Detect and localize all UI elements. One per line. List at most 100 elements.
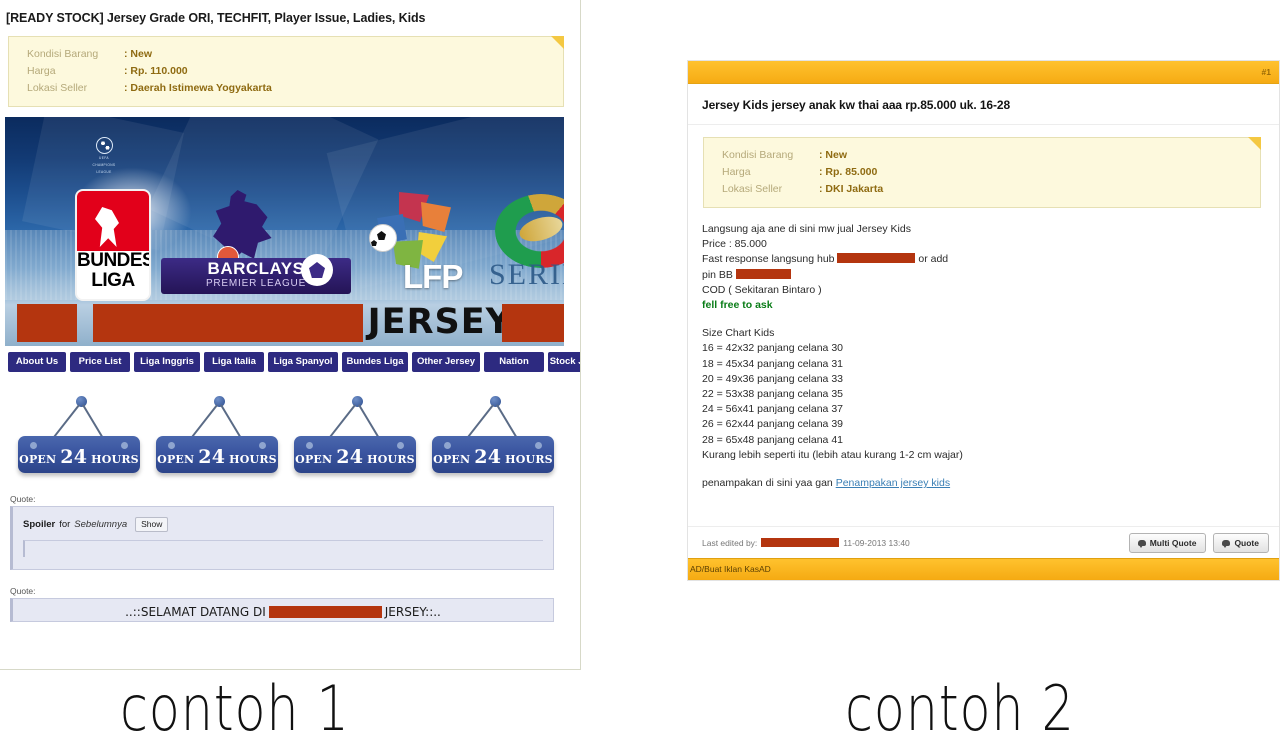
penampakan-prefix: penampakan di sini yaa gan — [702, 477, 836, 490]
quote-block-welcome: Quote: ..::SELAMAT DATANG DI JERSEY::.. — [10, 586, 554, 622]
open-24-hours-sign: OPEN 24 HOURS — [432, 396, 554, 476]
sign-text-number: 24 — [474, 446, 502, 468]
sign-text-hours: HOURS — [229, 453, 277, 466]
info-row: Lokasi Seller : DKI Jakarta — [704, 181, 1260, 198]
size-chart-note: Kurang lebih seperti itu (lebih atau kur… — [702, 448, 963, 461]
banner-jersey-wordmark: JERSEY — [367, 302, 512, 342]
post-title: Jersey Kids jersey anak kw thai aaa rp.8… — [688, 84, 1279, 125]
info-row: Kondisi Barang : New — [9, 46, 563, 63]
sign-text-open: OPEN — [157, 453, 195, 466]
quote-label: Quote: — [10, 494, 36, 504]
post-header-bar: #1 — [688, 61, 1279, 84]
bundesliga-logo-icon: BUNDES LIGA — [75, 189, 151, 301]
sign-text-number: 24 — [198, 446, 226, 468]
ucl-ball-icon — [95, 137, 113, 154]
bundesliga-line-2: LIGA — [91, 270, 135, 291]
body-line-3-post: or add — [915, 253, 949, 266]
nav-button-other-jersey[interactable]: Other Jersey — [412, 352, 480, 372]
shop-navigation-bar[interactable]: About Us Price List Liga Inggris Liga It… — [8, 352, 580, 372]
spoiler-show-button[interactable]: Show — [135, 517, 169, 532]
caption-contoh-1: contoh 1 — [120, 672, 350, 745]
open-24-hours-signs: OPEN 24 HOURS OPEN 24 HOURS OPEN 24 HOUR… — [18, 396, 580, 476]
redacted-phone — [837, 253, 916, 264]
nav-button-liga-italia[interactable]: Liga Italia — [204, 352, 264, 372]
nav-button-bundes-liga[interactable]: Bundes Liga — [342, 352, 408, 372]
sign-plate: OPEN 24 HOURS — [18, 436, 140, 473]
spoiler-row: Spoiler for Sebelumnya Show — [23, 517, 543, 532]
serie-a-logo-icon: SERIE A — [481, 192, 564, 298]
nav-button-stock-jersey[interactable]: Stock Jersey — [548, 352, 580, 372]
redacted-block — [17, 304, 77, 342]
welcome-prefix: ..::SELAMAT DATANG DI — [125, 605, 266, 619]
football-icon — [369, 224, 397, 252]
uefa-champions-league-icon: UEFA CHAMPIONS LEAGUE — [87, 137, 121, 174]
open-24-hours-sign: OPEN 24 HOURS — [156, 396, 278, 476]
multi-quote-button[interactable]: Multi Quote — [1128, 532, 1207, 553]
ucl-text-line-3: LEAGUE — [96, 169, 112, 174]
sign-plate: OPEN 24 HOURS — [432, 436, 554, 473]
barclays-premier-league-logo-icon: BARCLAYS PREMIER LEAGUE — [161, 190, 351, 300]
league-logos-row: BUNDES LIGA BARCLAYS PREMIER LEAGUE LFP … — [75, 189, 564, 301]
info-row: Kondisi Barang : New — [704, 147, 1260, 164]
lfp-la-liga-logo-icon: LFP — [361, 192, 471, 298]
screenshot-left-panel: [READY STOCK] Jersey Grade ORI, TECHFIT,… — [0, 0, 581, 670]
nav-button-nation[interactable]: Nation — [484, 352, 544, 372]
penampakan-jersey-kids-link[interactable]: Penampakan jersey kids — [836, 477, 950, 489]
spoiler-content-area — [23, 540, 543, 557]
ad-banner-bar[interactable]: AD/Buat Iklan KasAD — [688, 558, 1279, 580]
sign-text-hours: HOURS — [367, 453, 415, 466]
screenshot-right-panel: #1 Jersey Kids jersey anak kw thai aaa r… — [687, 60, 1280, 581]
eyelet-icon — [30, 442, 37, 449]
body-line-4-pre: pin BB — [702, 268, 736, 281]
size-chart-row: 18 = 45x34 panjang celana 31 — [702, 357, 843, 370]
info-label-lokasi-seller: Lokasi Seller — [27, 82, 88, 94]
info-row: Lokasi Seller : Daerah Istimewa Yogyakar… — [9, 80, 563, 97]
info-value-lokasi-seller: : Daerah Istimewa Yogyakarta — [124, 82, 272, 94]
bundesliga-player-glyph — [77, 191, 149, 251]
info-value-lokasi-seller: : DKI Jakarta — [819, 183, 884, 195]
bundesliga-line-1: BUNDES — [77, 250, 151, 271]
body-line-3-pre: Fast response langsung hub — [702, 253, 838, 266]
size-chart-row: 26 = 62x44 panjang celana 39 — [702, 418, 843, 431]
body-line-2: Price : 85.000 — [702, 238, 767, 251]
rope-icon — [466, 404, 494, 439]
nav-button-price-list[interactable]: Price List — [70, 352, 130, 372]
welcome-suffix: JERSEY::.. — [384, 605, 441, 619]
info-row: Harga : Rp. 110.000 — [9, 63, 563, 80]
quote-body: Spoiler for Sebelumnya Show — [10, 506, 554, 570]
nav-button-liga-spanyol[interactable]: Liga Spanyol — [268, 352, 338, 372]
post-number-badge[interactable]: #1 — [1262, 67, 1271, 77]
nav-button-liga-inggris[interactable]: Liga Inggris — [134, 352, 200, 372]
ucl-text-line-1: UEFA — [99, 156, 109, 160]
open-24-hours-sign: OPEN 24 HOURS — [294, 396, 416, 476]
nav-button-about-us[interactable]: About Us — [8, 352, 66, 372]
info-label-lokasi-seller: Lokasi Seller — [722, 183, 783, 195]
sign-plate: OPEN 24 HOURS — [294, 436, 416, 473]
info-value-kondisi-barang: : New — [819, 149, 848, 161]
body-line-3: Fast response langsung hub or add — [702, 252, 1279, 267]
size-chart-row: 24 = 56x41 panjang celana 37 — [702, 403, 843, 416]
redacted-block — [268, 606, 382, 618]
banner-bottom-strip: JERSEY — [5, 300, 564, 346]
sign-text-open: OPEN — [433, 453, 471, 466]
quote-button[interactable]: Quote — [1213, 532, 1269, 553]
body-line-1: Langsung aja ane di sini mw jual Jersey … — [702, 223, 911, 235]
last-edited-timestamp: 11-09-2013 13:40 — [843, 537, 910, 548]
footer-buttons: Multi Quote Quote — [1128, 532, 1269, 553]
redacted-username — [761, 538, 840, 547]
size-chart-row: 20 = 49x36 panjang celana 33 — [702, 372, 843, 385]
speech-bubble-icon — [1222, 539, 1231, 548]
body-line-5: COD ( Sekitaran Bintaro ) — [702, 283, 822, 296]
product-info-box-left: Kondisi Barang : New Harga : Rp. 110.000… — [8, 36, 564, 107]
quote-label: Quote — [1234, 537, 1259, 548]
info-value-harga: : Rp. 110.000 — [124, 65, 188, 77]
spoiler-name: Sebelumnya — [74, 519, 128, 530]
info-row: Harga : Rp. 85.000 — [704, 164, 1260, 181]
sign-text-hours: HOURS — [91, 453, 139, 466]
sign-text-number: 24 — [336, 446, 364, 468]
bpl-wordmark: BARCLAYS PREMIER LEAGUE — [161, 254, 351, 294]
info-label-harga: Harga — [27, 65, 56, 77]
eyelet-icon — [259, 442, 266, 449]
serie-a-wordmark: SERIE A — [489, 258, 564, 291]
